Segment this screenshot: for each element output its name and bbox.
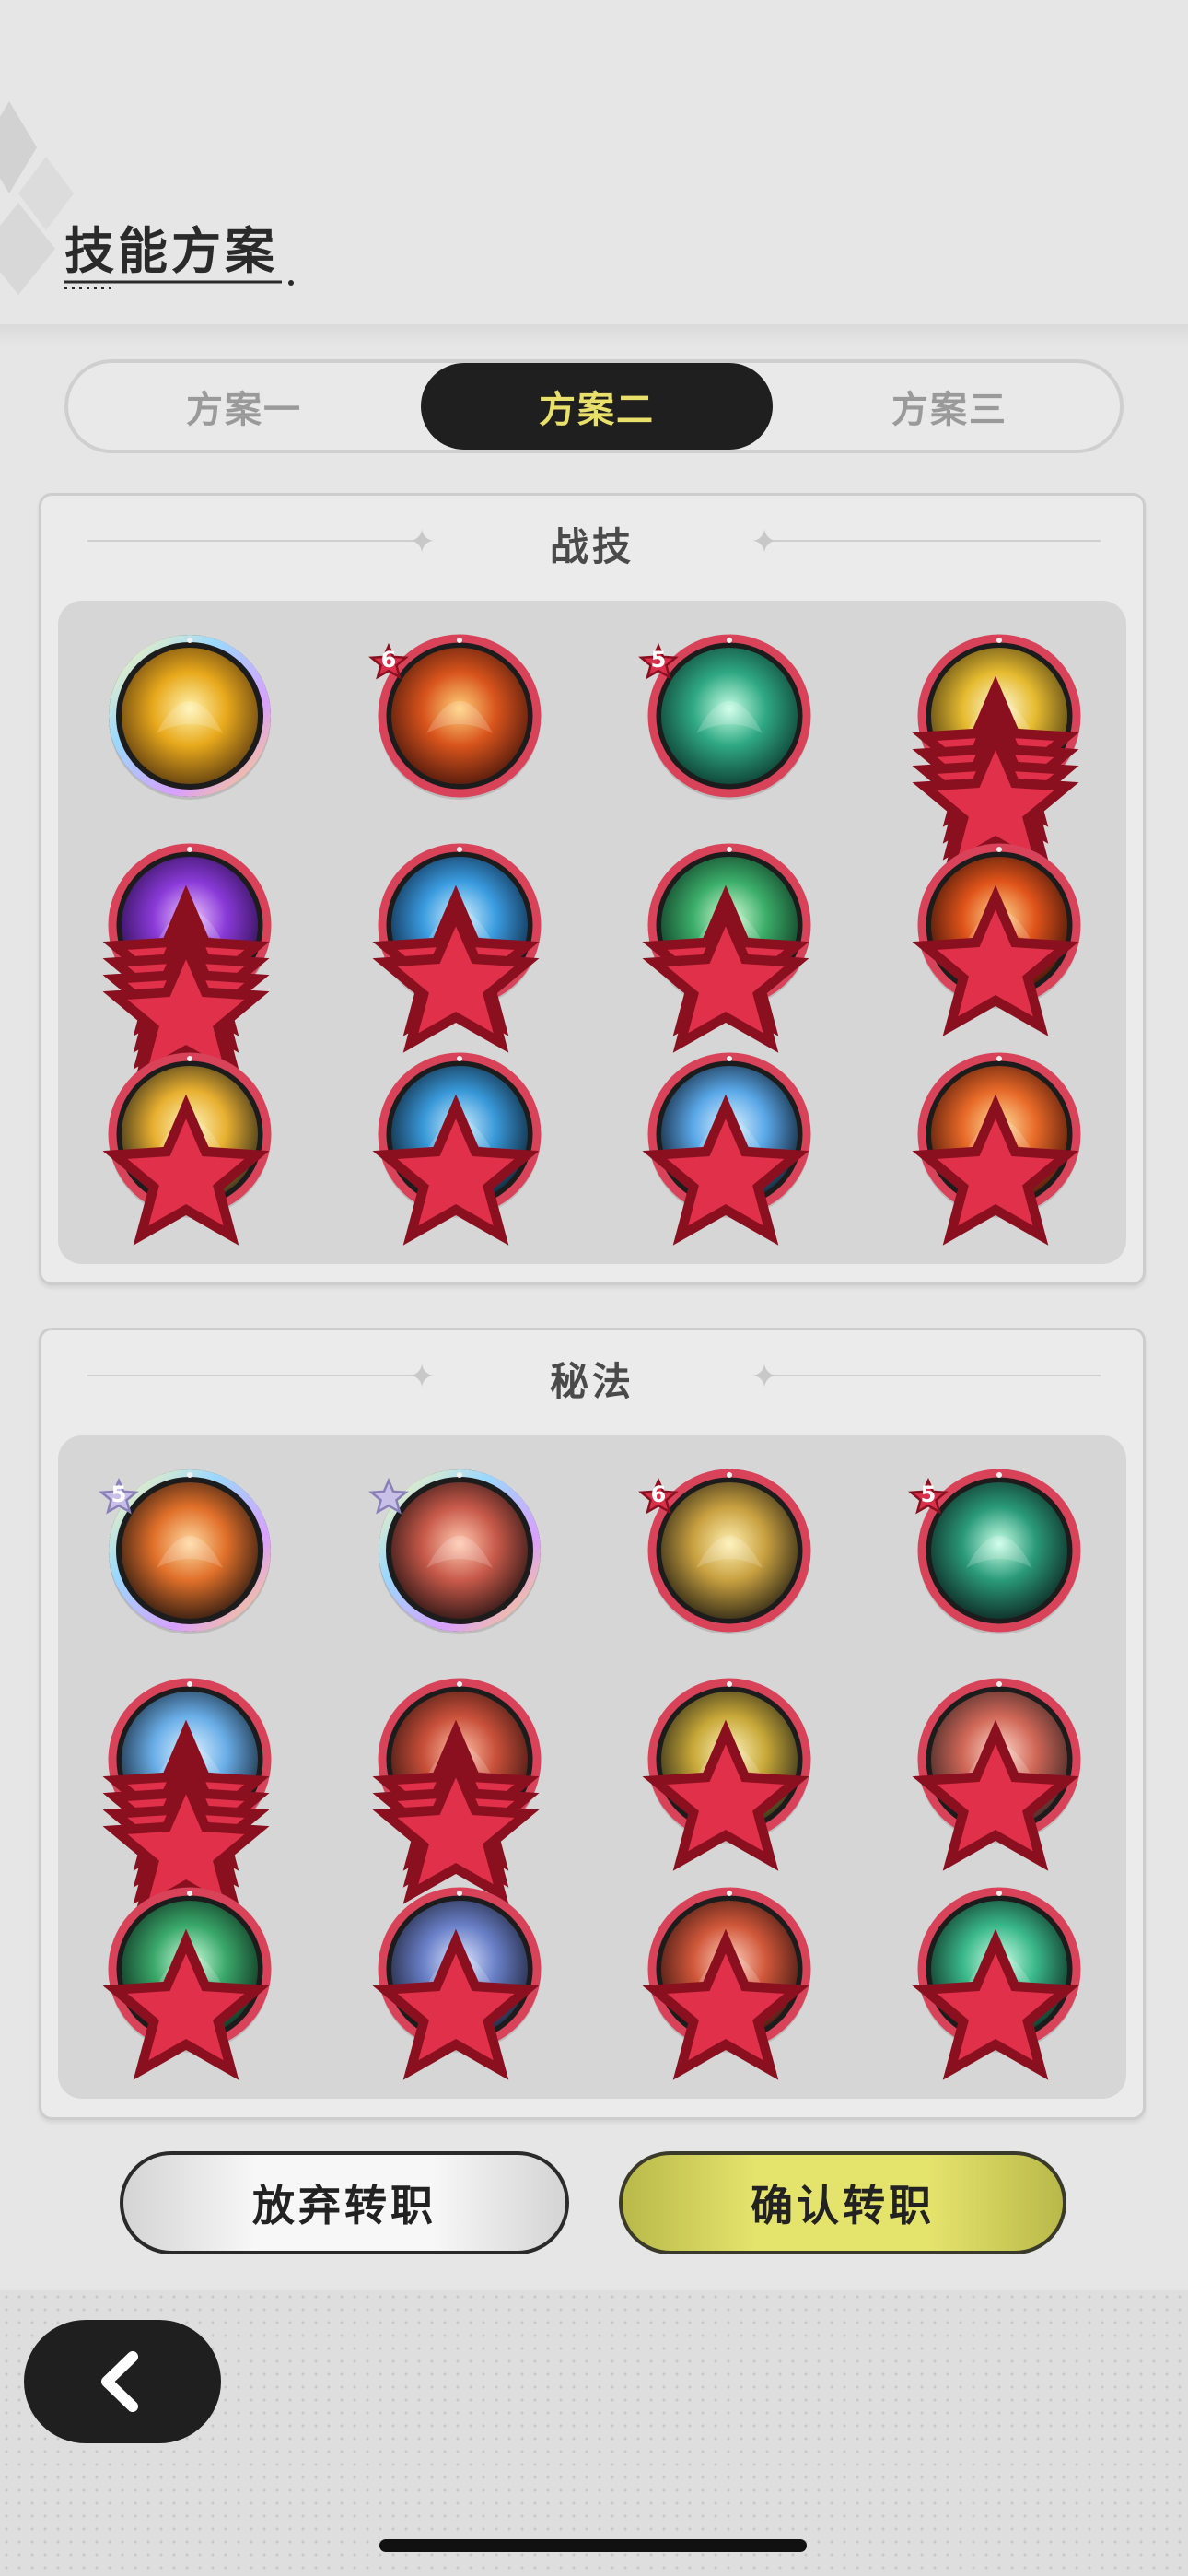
red-swirl-icon[interactable] — [912, 1676, 1083, 1871]
panel-header: ✦ ✦ 战技 — [41, 496, 1143, 588]
back-button[interactable] — [24, 2320, 221, 2443]
title-underline — [64, 280, 294, 289]
level-number: 5 — [111, 1481, 127, 1507]
level-badge: 5 — [99, 1476, 139, 1516]
abandon-class-change-button[interactable]: 放弃转职 — [120, 2151, 569, 2254]
rank-stars — [102, 878, 270, 1086]
rank-stars — [102, 1087, 270, 1246]
tab-plan-2[interactable]: 方案二 — [421, 363, 773, 450]
rank-stars — [102, 1922, 270, 2080]
rank-stars — [372, 878, 540, 1053]
golden-burst-icon[interactable] — [106, 632, 274, 800]
chevron-left-icon — [101, 2351, 138, 2412]
level-badge: 6 — [638, 1476, 679, 1516]
rank-stars — [912, 669, 1079, 877]
level-number: 5 — [650, 647, 667, 673]
level-badge — [368, 1476, 409, 1516]
star-icon — [102, 1087, 270, 1246]
panel-title: 秘法 — [549, 1359, 635, 1404]
tab-plan-1[interactable]: 方案一 — [68, 363, 420, 450]
star-icon — [912, 1713, 1079, 1871]
plan-tabs: 方案一 方案二 方案三 — [64, 359, 1124, 453]
page-title: 技能方案 — [64, 222, 278, 280]
fire-swirl-icon[interactable]: 5 — [99, 1467, 274, 1634]
green-heart-icon[interactable] — [102, 1885, 274, 2080]
rank-stars — [642, 1087, 809, 1246]
fire-pentagram-icon[interactable] — [912, 841, 1083, 1036]
panel-header: ✦ ✦ 秘法 — [41, 1330, 1143, 1423]
rank-stars — [912, 1087, 1079, 1246]
golden-shield-icon[interactable]: 6 — [638, 1467, 813, 1634]
star-icon — [642, 1713, 809, 1871]
skill-plan-screen: { "title": "技能方案", "tabs": [ {"label": "… — [0, 0, 1188, 2576]
rank-stars — [102, 1713, 270, 1921]
star-icon — [642, 1087, 809, 1246]
tab-plan-3[interactable]: 方案三 — [774, 363, 1125, 450]
blue-orb-icon[interactable] — [372, 1885, 543, 2080]
red-figure-icon[interactable] — [642, 1885, 813, 2080]
heal-figure-icon[interactable] — [368, 1467, 543, 1634]
golden-sunburst-icon[interactable] — [912, 632, 1083, 877]
star-icon — [912, 1087, 1079, 1246]
ice-crystal-icon[interactable] — [102, 1676, 274, 1921]
level-number: 6 — [380, 647, 397, 673]
green-figure-icon[interactable] — [912, 1885, 1083, 2080]
demon-face-icon[interactable] — [372, 1676, 543, 1904]
confirm-class-change-button[interactable]: 确认转职 — [619, 2151, 1066, 2254]
arcane-skill-grid: 5 6 5 — [58, 1435, 1126, 2099]
level-badge: 5 — [638, 641, 679, 682]
rank-stars — [642, 1713, 809, 1871]
lightning-strike-icon[interactable] — [102, 1050, 274, 1246]
teal-vortex-icon[interactable]: 5 — [638, 632, 813, 800]
emerald-spikes-icon[interactable]: 5 — [908, 1467, 1083, 1634]
level-number: 6 — [650, 1481, 667, 1507]
lava-crack-icon[interactable]: 6 — [368, 632, 543, 800]
star-icon — [372, 1087, 540, 1246]
level-badge: 5 — [908, 1476, 949, 1516]
star-icon — [372, 895, 540, 1053]
ocean-wave-icon[interactable] — [372, 841, 543, 1053]
rank-stars — [372, 1713, 540, 1904]
star-icon — [912, 1922, 1079, 2080]
rank-stars — [912, 1922, 1079, 2080]
purple-rune-icon[interactable] — [102, 841, 274, 1086]
fireball-icon[interactable] — [912, 1050, 1083, 1246]
arcane-skills-panel: ✦ ✦ 秘法 5 6 5 — [39, 1328, 1146, 2120]
rank-stars — [372, 1922, 540, 2080]
rank-stars — [372, 1087, 540, 1246]
combat-skill-grid: 6 5 — [58, 601, 1126, 1264]
power-up-arrow-icon[interactable] — [642, 1676, 813, 1871]
rank-stars — [912, 878, 1079, 1036]
home-indicator — [379, 2539, 807, 2552]
panel-title: 战技 — [549, 524, 635, 569]
rank-stars — [642, 878, 809, 1053]
star-icon — [642, 1922, 809, 2080]
star-icon — [912, 878, 1079, 1036]
level-number: 5 — [920, 1481, 937, 1507]
header-divider — [0, 324, 1188, 346]
blue-flame-icon[interactable] — [372, 1050, 543, 1246]
rank-stars — [642, 1922, 809, 2080]
star-icon — [372, 1922, 540, 2080]
green-orbit-icon[interactable] — [642, 841, 813, 1053]
ice-shard-icon[interactable] — [642, 1050, 813, 1246]
level-badge: 6 — [368, 641, 409, 682]
rank-stars — [912, 1713, 1079, 1871]
star-icon — [372, 1746, 540, 1904]
star-icon — [102, 1922, 270, 2080]
star-icon — [642, 895, 809, 1053]
combat-skills-panel: ✦ ✦ 战技 6 5 — [39, 493, 1146, 1285]
